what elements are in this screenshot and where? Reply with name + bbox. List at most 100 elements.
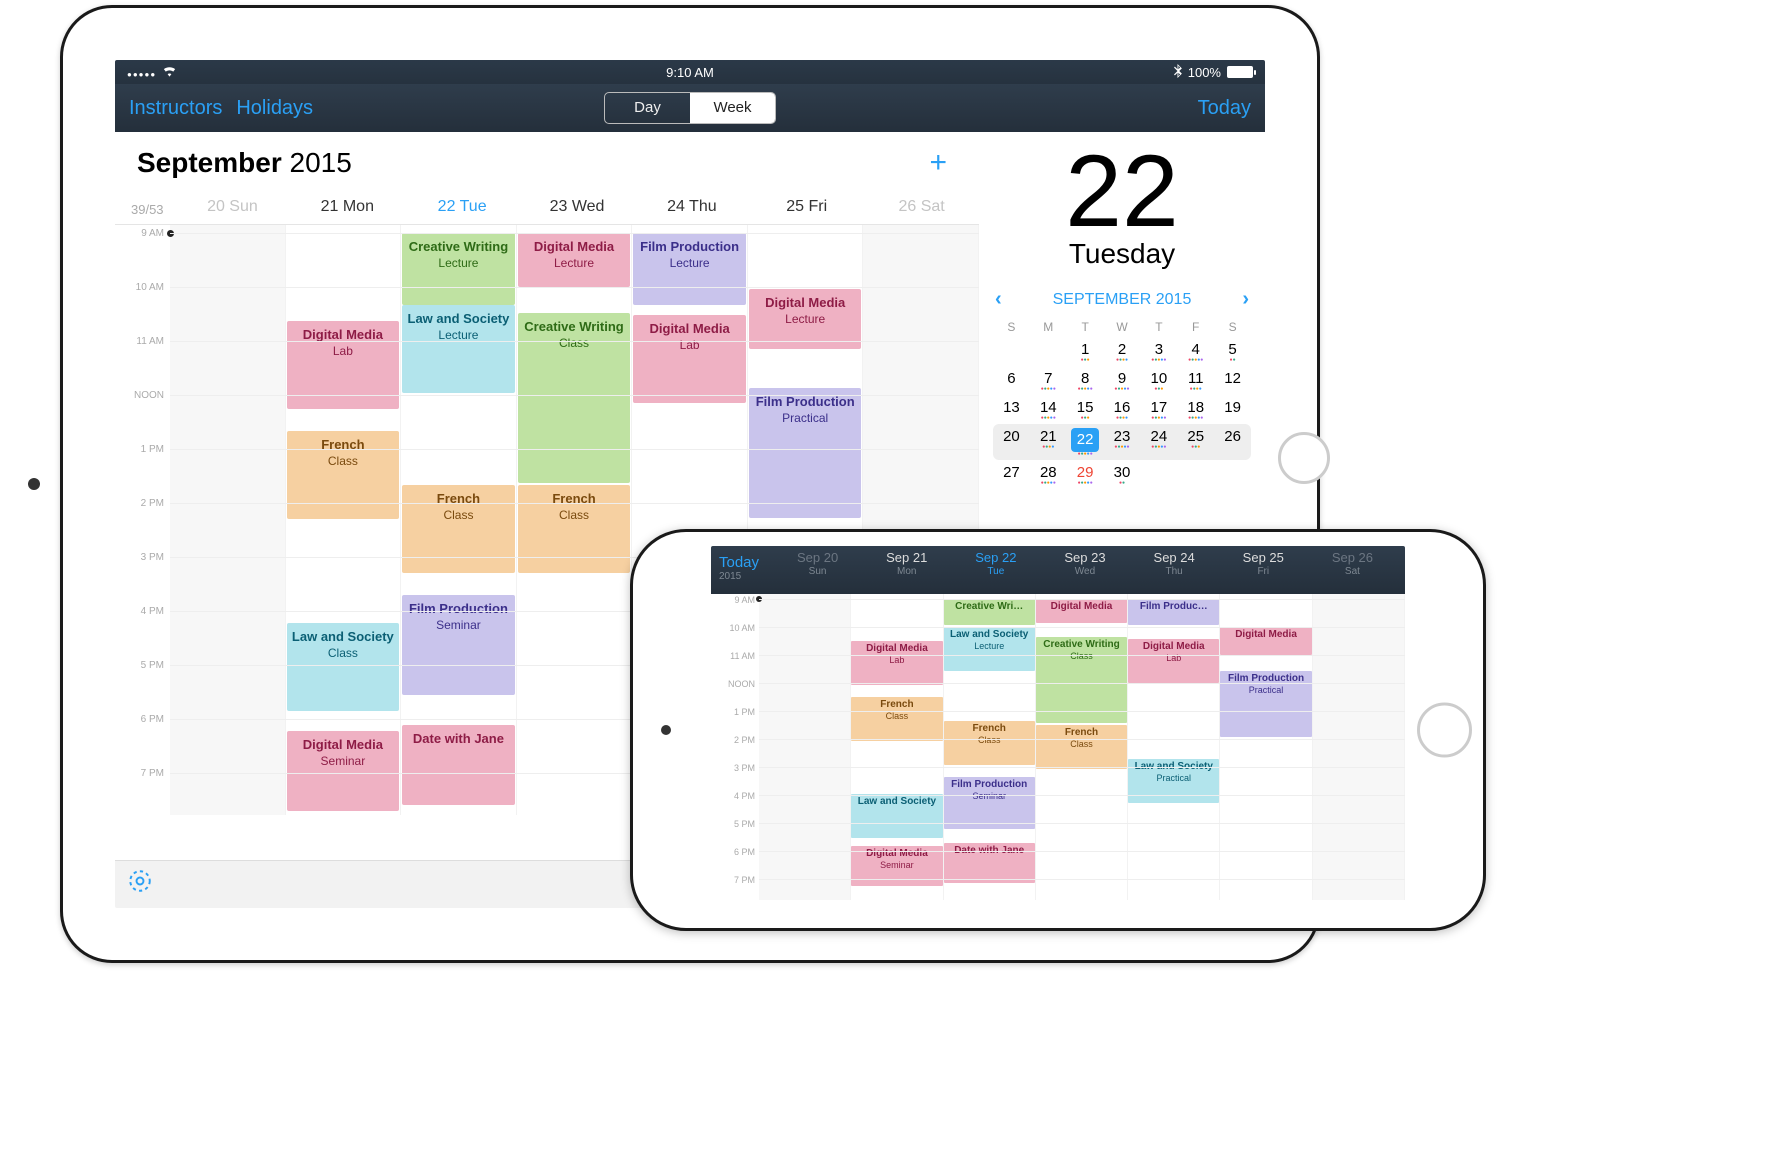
calendar-event[interactable]: Creative WritingLecture	[402, 233, 515, 305]
day-header[interactable]: 22 Tue	[405, 190, 520, 224]
mini-day[interactable]: 6	[993, 366, 1030, 395]
phone-today[interactable]: Today 2015	[719, 550, 773, 582]
phone-event[interactable]: Date with Jane	[944, 843, 1035, 883]
phone-day-header[interactable]: Sep 23Wed	[1040, 550, 1129, 579]
calendar-event[interactable]: Law and SocietyLecture	[402, 305, 515, 393]
calendar-event[interactable]: Digital MediaSeminar	[287, 731, 400, 811]
day-header[interactable]: 23 Wed	[520, 190, 635, 224]
day-column[interactable]: Digital MediaLecture Creative WritingClas…	[517, 225, 633, 815]
phone-day-column[interactable]	[759, 594, 851, 900]
calendar-event[interactable]: Date with Jane	[402, 725, 515, 805]
mini-day[interactable]: 9●●●●●	[1104, 366, 1141, 395]
mini-day[interactable]: 7●●●●●	[1030, 366, 1067, 395]
mini-day[interactable]: 1●●●	[1067, 337, 1104, 366]
mini-day[interactable]: 4●●●●●	[1177, 337, 1214, 366]
calendar-event[interactable]: Law and SocietyClass	[287, 623, 400, 711]
phone-day-column[interactable]: Digital MediaLab FrenchClass Law and Socie…	[851, 594, 943, 900]
prev-month-button[interactable]: ‹	[995, 288, 1002, 311]
phone-event[interactable]: FrenchClass	[944, 721, 1035, 765]
mini-day[interactable]: 27	[993, 460, 1030, 489]
calendar-event[interactable]: FrenchClass	[287, 431, 400, 519]
segment-week[interactable]: Week	[690, 93, 775, 123]
phone-hour-line	[759, 599, 1405, 600]
calendar-event[interactable]: FrenchClass	[402, 485, 515, 573]
phone-event[interactable]: Film ProductionPractical	[1220, 671, 1311, 737]
calendar-event[interactable]: Digital MediaLab	[633, 315, 746, 403]
phone-day-column[interactable]: Creative Wri…Law and SocietyLecture Frenc…	[944, 594, 1036, 900]
phone-day-header[interactable]: Sep 24Thu	[1130, 550, 1219, 579]
mini-day[interactable]: 28●●●●●	[1030, 460, 1067, 489]
phone-day-column[interactable]	[1313, 594, 1405, 900]
phone-event[interactable]: FrenchClass	[851, 697, 942, 741]
day-column[interactable]: Digital MediaLabFrenchClassLaw and Socie…	[286, 225, 402, 815]
phone-event[interactable]: Film Produc…	[1128, 599, 1219, 625]
mini-day[interactable]: 15●●●	[1067, 395, 1104, 424]
phone-day-column[interactable]: Digital MediaCreative WritingClassFrench…	[1036, 594, 1128, 900]
mini-day[interactable]: 3●●●●●	[1140, 337, 1177, 366]
mini-day[interactable]: 16●●●●	[1104, 395, 1141, 424]
today-button[interactable]: Today	[1198, 97, 1251, 119]
mini-day[interactable]: 21●●●●	[1030, 424, 1067, 460]
calendar-event[interactable]: Digital MediaLecture	[749, 289, 862, 349]
calendar-event[interactable]: Film ProductionPractical	[749, 388, 862, 518]
add-button[interactable]: +	[929, 146, 957, 180]
mini-day[interactable]: 12	[1214, 366, 1251, 395]
mini-day[interactable]: 5●●	[1214, 337, 1251, 366]
phone-event[interactable]: Film ProductionSeminar	[944, 777, 1035, 829]
holidays-link[interactable]: Holidays	[236, 97, 313, 120]
calendar-event[interactable]: Creative WritingClass	[518, 313, 631, 483]
phone-day-header[interactable]: Sep 20Sun	[773, 550, 862, 579]
mini-day[interactable]: 11●●●●	[1177, 366, 1214, 395]
calendar-event[interactable]: Digital MediaLecture	[518, 233, 631, 287]
phone-event[interactable]: FrenchClass	[1036, 725, 1127, 769]
mini-day[interactable]: 19	[1214, 395, 1251, 424]
mini-day[interactable]: 18●●●●●	[1177, 395, 1214, 424]
iphone-home-button[interactable]	[1417, 703, 1472, 758]
mini-day[interactable]: 22●●●●●	[1067, 424, 1104, 460]
phone-day-header[interactable]: Sep 22Tue	[951, 550, 1040, 579]
day-column[interactable]	[170, 225, 286, 815]
phone-day-header[interactable]: Sep 25Fri	[1219, 550, 1308, 579]
mini-day[interactable]: 29●●●●●	[1067, 460, 1104, 489]
phone-event[interactable]: Digital Media	[1220, 627, 1311, 655]
day-column[interactable]: Creative WritingLectureLaw and SocietyLe…	[401, 225, 517, 815]
ipad-home-button[interactable]	[1278, 432, 1330, 484]
next-month-button[interactable]: ›	[1242, 288, 1249, 311]
phone-event[interactable]: Digital MediaSeminar	[851, 846, 942, 886]
settings-gear-icon[interactable]	[127, 868, 153, 901]
mini-day[interactable]: 23●●●●●	[1104, 424, 1141, 460]
mini-day[interactable]: 13	[993, 395, 1030, 424]
mini-day[interactable]: 24●●●●●	[1140, 424, 1177, 460]
day-header[interactable]: 21 Mon	[290, 190, 405, 224]
day-header[interactable]: 24 Thu	[634, 190, 749, 224]
mini-day[interactable]: 2●●●●	[1104, 337, 1141, 366]
mini-day[interactable]: 30●●	[1104, 460, 1141, 489]
mini-day[interactable]: 14●●●●●	[1030, 395, 1067, 424]
phone-event[interactable]: Law and Society	[851, 794, 942, 838]
phone-day-column[interactable]: Film Produc… Digital MediaLab Law and Soci…	[1128, 594, 1220, 900]
mini-day[interactable]: 17●●●●●	[1140, 395, 1177, 424]
mini-day[interactable]: 25●●●	[1177, 424, 1214, 460]
segment-day[interactable]: Day	[605, 93, 690, 123]
mini-day[interactable]: 26	[1214, 424, 1251, 460]
instructors-link[interactable]: Instructors	[129, 97, 222, 120]
mini-day[interactable]: 20	[993, 424, 1030, 460]
phone-timeline[interactable]: 9 AM10 AM11 AMNOON1 PM2 PM3 PM4 PM5 PM6 …	[711, 594, 1405, 900]
calendar-event[interactable]: Film ProductionLecture	[633, 233, 746, 305]
mini-day[interactable]: 8●●●●●	[1067, 366, 1104, 395]
day-header[interactable]: 26 Sat	[864, 190, 979, 224]
phone-event[interactable]: Digital MediaLab	[851, 641, 942, 685]
phone-day-column[interactable]: Digital Media Film ProductionPractical	[1220, 594, 1312, 900]
day-header[interactable]: 20 Sun	[175, 190, 290, 224]
calendar-event[interactable]: FrenchClass	[518, 485, 631, 573]
phone-day-header[interactable]: Sep 26Sat	[1308, 550, 1397, 579]
phone-event[interactable]: Digital Media	[1036, 599, 1127, 623]
calendar-event[interactable]: Film ProductionSeminar	[402, 595, 515, 695]
phone-day-header[interactable]: Sep 21Mon	[862, 550, 951, 579]
mini-day[interactable]: 10●●●	[1140, 366, 1177, 395]
phone-event[interactable]: Law and SocietyPractical	[1128, 759, 1219, 803]
phone-event[interactable]: Creative Wri…	[944, 599, 1035, 625]
phone-event[interactable]: Digital MediaLab	[1128, 639, 1219, 683]
phone-event[interactable]: Law and SocietyLecture	[944, 627, 1035, 671]
day-header[interactable]: 25 Fri	[749, 190, 864, 224]
